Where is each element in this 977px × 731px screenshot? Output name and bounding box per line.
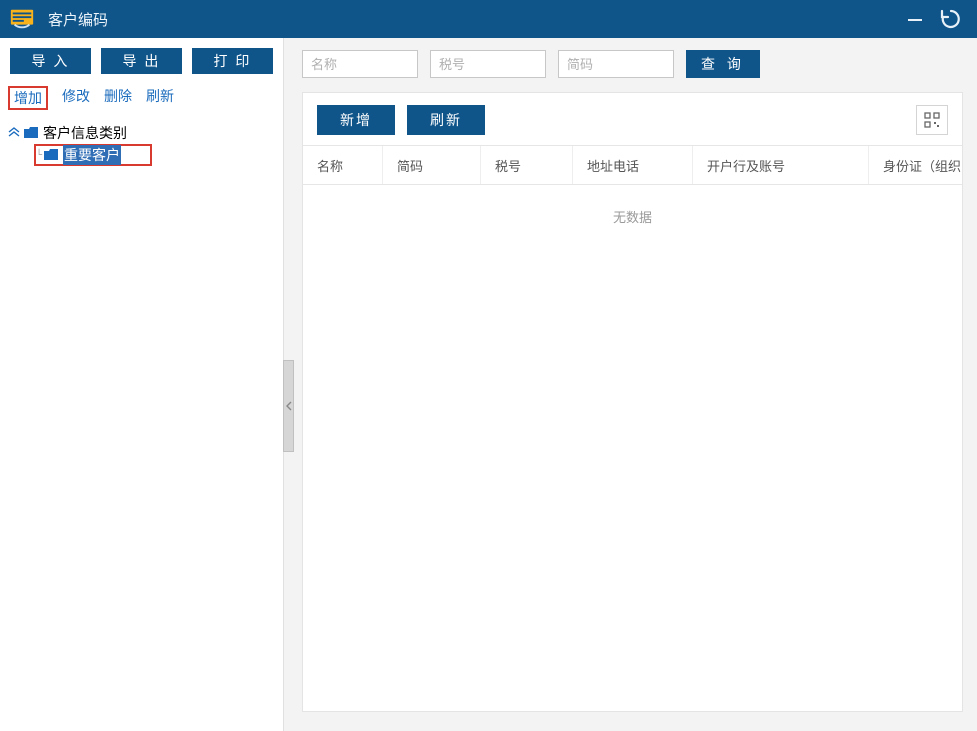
panel-collapse-handle[interactable]	[283, 360, 294, 452]
import-button[interactable]: 导 入	[10, 48, 91, 74]
app-logo	[8, 5, 36, 33]
th-bank[interactable]: 开户行及账号	[693, 146, 869, 184]
th-code[interactable]: 简码	[383, 146, 481, 184]
collapse-icon[interactable]	[8, 127, 20, 140]
data-card: 新增 刷新 名称 简码 税号 地址电话 开户行及	[302, 92, 963, 712]
right-panel: 查 询 新增 刷新 名称 简码	[284, 38, 977, 731]
filter-code-input[interactable]	[558, 50, 674, 78]
search-button[interactable]: 查 询	[686, 50, 760, 78]
titlebar: 客户编码	[0, 0, 977, 38]
export-button[interactable]: 导 出	[101, 48, 182, 74]
table-header: 名称 简码 税号 地址电话 开户行及账号 身份证（组织	[303, 145, 962, 185]
minimize-icon[interactable]	[901, 5, 929, 33]
refresh-button[interactable]: 刷新	[407, 105, 485, 135]
tree-refresh-link[interactable]: 刷新	[146, 86, 174, 110]
folder-icon	[23, 126, 39, 140]
qrcode-icon[interactable]	[916, 105, 948, 135]
filter-name-input[interactable]	[302, 50, 418, 78]
th-name[interactable]: 名称	[303, 146, 383, 184]
print-button[interactable]: 打 印	[192, 48, 273, 74]
tree-connector-icon: └	[36, 150, 42, 161]
tree: 客户信息类别 └ 重要客户	[0, 118, 283, 170]
filter-tax-input[interactable]	[430, 50, 546, 78]
no-data-text: 无数据	[303, 185, 962, 226]
window-title: 客户编码	[48, 9, 108, 30]
tree-child[interactable]: └ 重要客户	[34, 144, 152, 166]
tree-edit-link[interactable]: 修改	[62, 86, 90, 110]
left-panel: 导 入 导 出 打 印 增加 修改 删除 刷新	[0, 38, 284, 731]
folder-icon	[43, 148, 59, 162]
tree-root[interactable]: 客户信息类别	[8, 122, 275, 144]
tree-delete-link[interactable]: 删除	[104, 86, 132, 110]
add-button[interactable]: 新增	[317, 105, 395, 135]
th-tax[interactable]: 税号	[481, 146, 573, 184]
th-idcard[interactable]: 身份证（组织	[869, 146, 962, 184]
back-icon[interactable]	[937, 5, 965, 33]
tree-root-label: 客户信息类别	[43, 123, 127, 143]
tree-add-link[interactable]: 增加	[8, 86, 48, 110]
tree-child-label: 重要客户	[63, 145, 121, 165]
th-addr[interactable]: 地址电话	[573, 146, 693, 184]
